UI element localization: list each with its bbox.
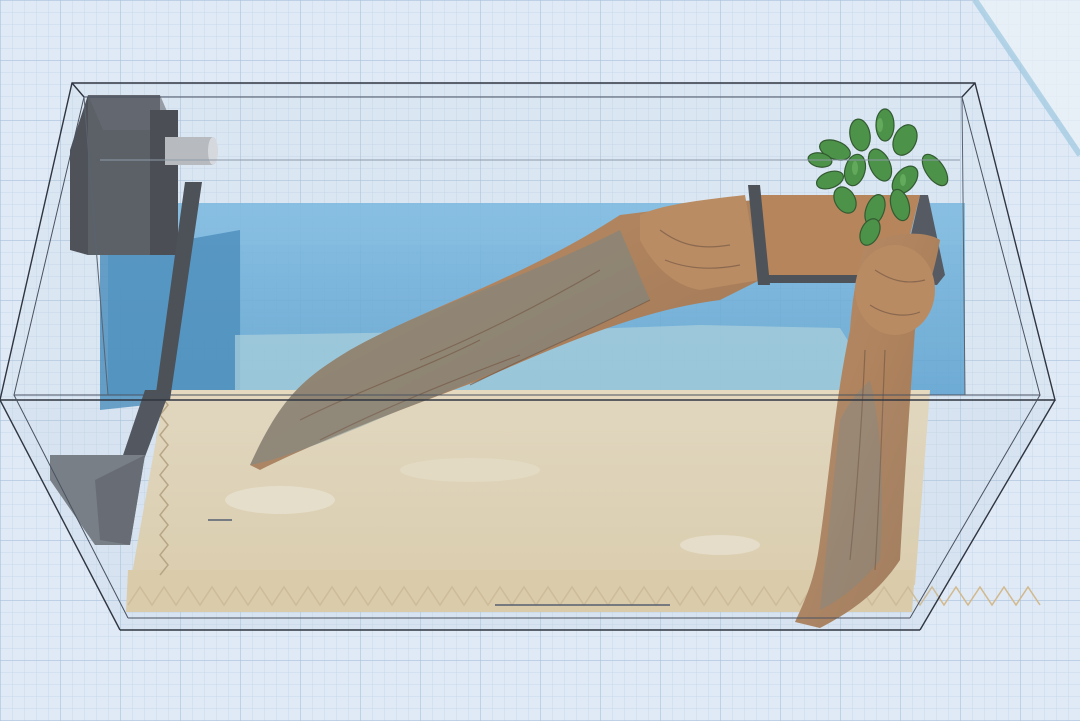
workplane-viewport[interactable] (0, 0, 1080, 721)
scene-svg[interactable] (0, 0, 1080, 721)
glass-tank[interactable] (0, 82, 1056, 631)
